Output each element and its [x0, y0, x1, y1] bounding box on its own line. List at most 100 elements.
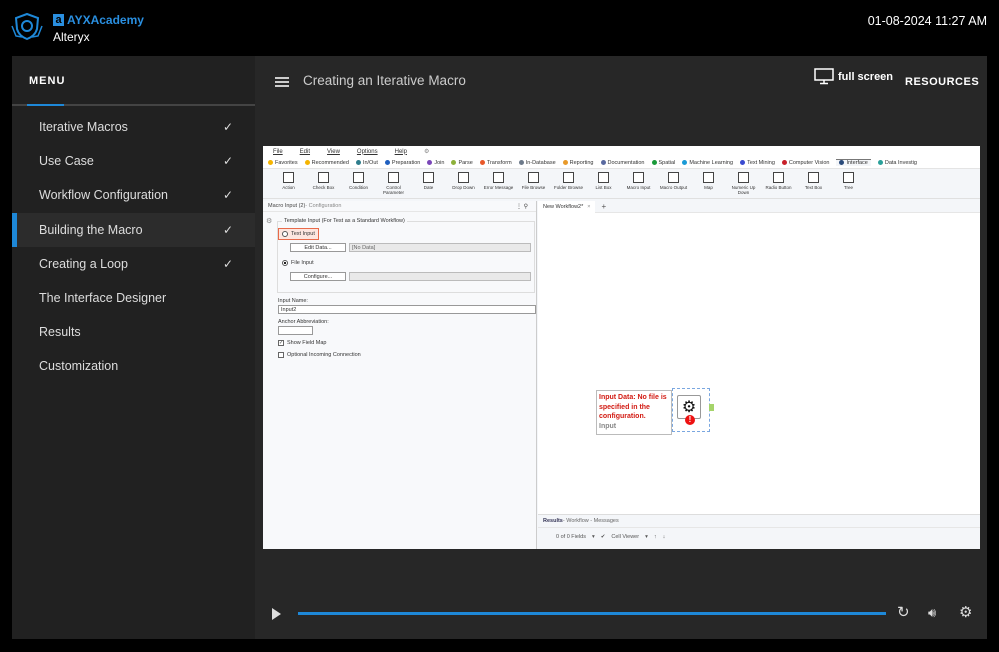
- tool-item[interactable]: File Browse: [516, 169, 551, 198]
- tool-item[interactable]: Drop Down: [446, 169, 481, 198]
- category-tab[interactable]: Computer Vision: [781, 160, 829, 166]
- category-tab[interactable]: Join: [427, 160, 444, 166]
- cell-viewer-dropdown[interactable]: Cell Viewer: [611, 534, 639, 540]
- tool-item[interactable]: Error Message: [481, 169, 516, 198]
- chevron-down-icon[interactable]: ▾: [592, 534, 595, 540]
- category-tab[interactable]: Recommended: [304, 160, 349, 166]
- workflow-tab[interactable]: New Workflow2* ×: [538, 200, 596, 213]
- category-tab[interactable]: Spatial: [651, 159, 676, 166]
- sidebar-item[interactable]: Building the Macro ✓: [12, 212, 255, 247]
- settings-gear-icon[interactable]: ⚙: [959, 603, 972, 621]
- app-menu-item[interactable]: Edit: [300, 149, 310, 155]
- category-tab[interactable]: Parse: [451, 160, 473, 166]
- globe-icon[interactable]: ⚙: [424, 148, 429, 155]
- resources-button[interactable]: RESOURCES: [905, 76, 979, 88]
- video-frame[interactable]: File Edit View Options Help ⚙ Favorites Recomm…: [263, 146, 980, 549]
- tool-item[interactable]: Check Box: [306, 169, 341, 198]
- tool-item[interactable]: Text Box: [796, 169, 831, 198]
- tool-icon: [738, 172, 749, 183]
- app-menu-item[interactable]: Help: [395, 149, 407, 155]
- category-tab[interactable]: Preparation: [384, 160, 420, 166]
- tool-item[interactable]: Condition: [341, 169, 376, 198]
- tool-item[interactable]: Map: [691, 169, 726, 198]
- optional-connection-checkbox[interactable]: Optional Incoming Connection: [278, 352, 361, 358]
- category-tab[interactable]: Documentation: [600, 160, 645, 166]
- tool-item[interactable]: Macro Output: [656, 169, 691, 198]
- tool-item[interactable]: Action: [271, 169, 306, 198]
- arrow-down-icon[interactable]: ↓: [663, 534, 666, 540]
- category-tab[interactable]: Machine Learning: [682, 160, 733, 166]
- tool-item[interactable]: Numeric Up Down: [726, 169, 761, 198]
- full-screen-button[interactable]: full screen: [814, 68, 893, 85]
- output-anchor[interactable]: [709, 404, 714, 411]
- tool-label: Error Message: [483, 185, 514, 190]
- progress-bar[interactable]: [298, 612, 886, 615]
- tool-item[interactable]: Date: [411, 169, 446, 198]
- check-icon[interactable]: ✔: [601, 534, 606, 540]
- player-controls: ↻ 🔊︎ ⚙: [255, 596, 987, 639]
- arrow-up-icon[interactable]: ↑: [654, 534, 657, 540]
- category-tab[interactable]: Data Investig: [877, 159, 917, 166]
- app-menu-item[interactable]: Options: [357, 149, 378, 155]
- edit-data-button[interactable]: Edit Data...: [290, 243, 346, 252]
- category-tab[interactable]: Transform: [479, 160, 512, 166]
- sidebar-item[interactable]: Results: [12, 315, 255, 349]
- tool-icon: [703, 172, 714, 183]
- category-tab[interactable]: Reporting: [562, 160, 594, 166]
- category-label: Spatial: [658, 159, 676, 166]
- datetime: 01-08-2024 11:27 AM: [867, 14, 987, 28]
- replay-icon[interactable]: ↻: [897, 603, 910, 621]
- category-icon: [877, 159, 883, 165]
- sidebar-item[interactable]: Customization: [12, 349, 255, 383]
- results-breadcrumb: - Workflow - Messages: [562, 518, 619, 524]
- tool-item[interactable]: Radio Button: [761, 169, 796, 198]
- text-input-radio[interactable]: Text Input: [278, 228, 319, 240]
- play-icon[interactable]: [272, 608, 281, 620]
- tool-item[interactable]: List Box: [586, 169, 621, 198]
- sidebar-item-label: Iterative Macros: [39, 120, 128, 135]
- config-header: Macro Input (2) - Configuration ⋮ ⚲: [263, 201, 536, 212]
- hamburger-menu-icon[interactable]: [275, 77, 289, 87]
- macro-input-tool-node[interactable]: ⚙ !: [672, 388, 714, 432]
- sidebar-item[interactable]: The Interface Designer: [12, 281, 255, 315]
- show-field-map-checkbox[interactable]: ✓ Show Field Map: [278, 340, 326, 346]
- tool-item[interactable]: Control Parameter: [376, 169, 411, 198]
- anchor-abbreviation-field[interactable]: [278, 326, 313, 335]
- sidebar-item[interactable]: Iterative Macros ✓: [12, 110, 255, 144]
- category-tab[interactable]: Favorites: [268, 160, 298, 166]
- category-tab[interactable]: In-Database: [518, 160, 556, 166]
- sidebar-item[interactable]: Use Case ✓: [12, 144, 255, 178]
- tool-icon: [598, 172, 609, 183]
- category-tab[interactable]: In/Out: [355, 160, 378, 166]
- anchor-abbreviation-label: Anchor Abbreviation:: [278, 319, 329, 325]
- fields-dropdown[interactable]: 0 of 0 Fields: [556, 534, 586, 540]
- pin-icon[interactable]: ⋮ ⚲: [516, 203, 528, 210]
- close-icon[interactable]: ×: [587, 204, 590, 210]
- sidebar-item[interactable]: Workflow Configuration ✓: [12, 178, 255, 212]
- brand-name[interactable]: a AYXAcademy: [53, 13, 144, 27]
- tool-label: Macro Input: [626, 185, 651, 190]
- sidebar-item-label: Use Case: [39, 154, 94, 169]
- app-menu-item[interactable]: File: [273, 149, 283, 155]
- category-tab[interactable]: Text Mining: [740, 160, 775, 166]
- file-input-radio[interactable]: File Input: [282, 260, 314, 266]
- tool-item[interactable]: Tree: [831, 169, 866, 198]
- tool-label: Radio Button: [765, 185, 792, 190]
- menu-header: MENU: [12, 56, 255, 106]
- chevron-down-icon[interactable]: ▾: [645, 534, 648, 540]
- volume-icon[interactable]: 🔊︎: [928, 605, 936, 621]
- tool-item[interactable]: Folder Browse: [551, 169, 586, 198]
- add-tab-icon[interactable]: +: [601, 202, 606, 211]
- workflow-tabs: New Workflow2* × +: [538, 200, 980, 213]
- workflow-canvas[interactable]: New Workflow2* × + Input Data: No file is…: [538, 200, 980, 549]
- tool-label: Drop Down: [452, 185, 475, 190]
- page-title: Creating an Iterative Macro: [303, 73, 466, 88]
- tool-item[interactable]: Macro Input: [621, 169, 656, 198]
- input-name-field[interactable]: Input2: [278, 305, 536, 314]
- error-text: Input Data: No file is specified in the …: [599, 394, 667, 420]
- configure-button[interactable]: Configure...: [290, 272, 346, 281]
- sidebar-item[interactable]: Creating a Loop ✓: [12, 247, 255, 281]
- category-icon: [651, 159, 657, 165]
- app-menu-item[interactable]: View: [327, 149, 340, 155]
- category-tab[interactable]: Interface: [836, 159, 871, 166]
